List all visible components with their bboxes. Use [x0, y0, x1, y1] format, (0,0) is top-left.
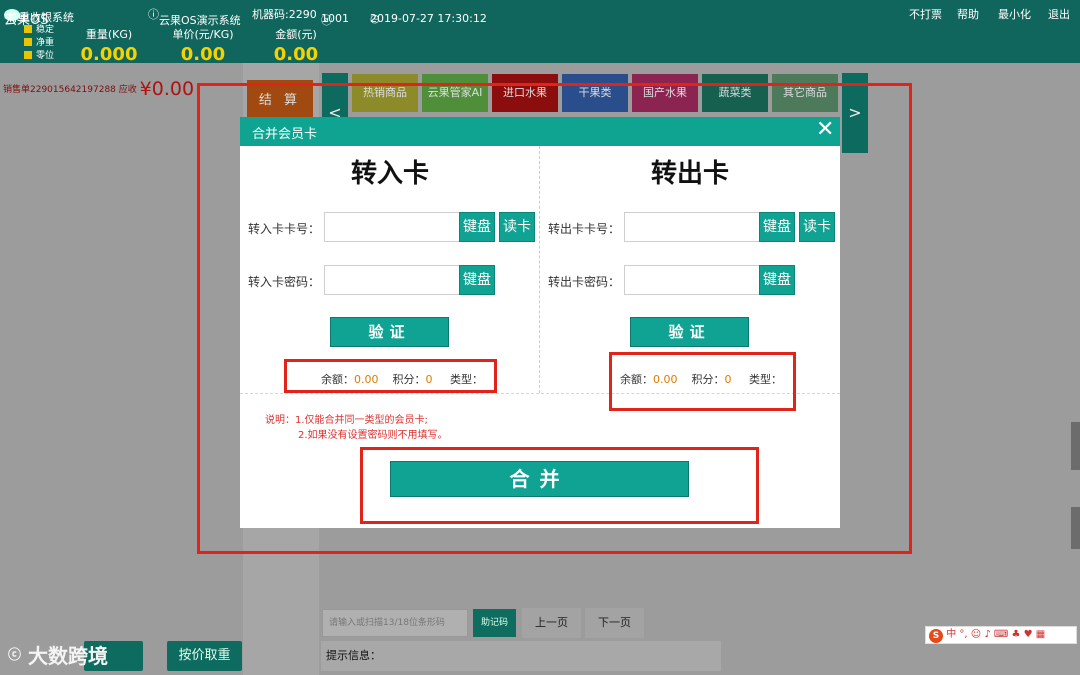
- weight-reading: 重量(KG) 0.000: [80, 28, 138, 65]
- top-bar: 云果OS 称重收银系统 ⓘ 云果OS演示系统 机器码:2290 ⓐ 1001 ◷…: [0, 0, 1080, 65]
- unit-price-reading: 单价(元/KG) 0.00: [172, 28, 234, 65]
- due-amount: ¥0.00: [139, 78, 195, 100]
- order-number: 销售单229015642197288: [3, 85, 116, 95]
- price-to-weight-button[interactable]: 按价取重: [167, 641, 242, 671]
- flag-net-weight: 净重: [24, 37, 54, 50]
- annotation-frame-out-card-info: [609, 352, 796, 411]
- flag-stable: 稳定: [24, 24, 54, 37]
- due-label: 应收: [118, 85, 137, 95]
- system-name: 称重收银系统: [8, 11, 74, 24]
- no-print-button[interactable]: 不打票: [909, 6, 942, 22]
- flag-zero: 零位: [24, 50, 54, 63]
- minimize-button[interactable]: 最小化: [998, 6, 1031, 22]
- mnemonic-code-button[interactable]: 助记码: [473, 609, 516, 637]
- ime-toolbar[interactable]: S 中 °, ☺ ♪ ⌨ ♣ ♥ ▦: [925, 626, 1077, 644]
- scale-status-flags: 稳定 净重 零位: [24, 24, 54, 63]
- annotation-frame-merge-button: [360, 447, 759, 524]
- machine-code: 机器码:2290: [252, 8, 317, 21]
- demo-system-label: ⓘ 云果OS演示系统: [148, 8, 241, 27]
- exit-button[interactable]: 退出: [1048, 6, 1070, 22]
- hint-bar: 提示信息：: [321, 641, 721, 671]
- side-handle-lower[interactable]: [1071, 507, 1080, 549]
- next-page-button[interactable]: 下一页: [585, 608, 644, 638]
- prev-page-button[interactable]: 上一页: [522, 608, 581, 638]
- watermark-logo-icon: ⓒ: [8, 648, 22, 663]
- barcode-search-input[interactable]: 请输入或扫描13/18位条形码: [322, 609, 468, 637]
- annotation-frame-in-card-info: [284, 359, 497, 393]
- watermark: ⓒ 大数跨境: [8, 644, 108, 668]
- side-handle-upper[interactable]: [1071, 422, 1080, 470]
- order-summary: 销售单229015642197288 应收 ¥0.00: [3, 78, 194, 100]
- help-button[interactable]: 帮助: [957, 6, 979, 22]
- sogou-icon: S: [929, 629, 943, 643]
- amount-reading: 金额(元) 0.00: [273, 28, 319, 65]
